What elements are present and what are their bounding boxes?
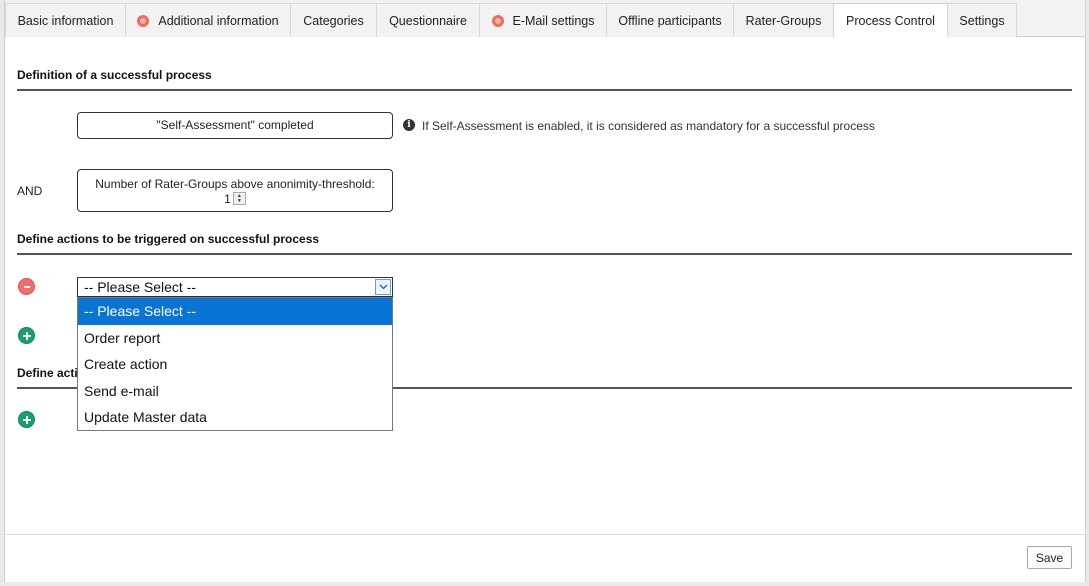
tab-label: Rater-Groups (745, 13, 822, 28)
tab-offline-participants[interactable]: Offline participants (606, 3, 734, 37)
tab-process-control[interactable]: Process Control (833, 3, 948, 38)
tab-label: Basic information (17, 13, 114, 28)
add-action-button[interactable] (18, 411, 35, 428)
window-bottom-edge (0, 582, 1089, 586)
dropdown-option[interactable]: Update Master data (78, 404, 392, 431)
dropdown-option[interactable]: Order report (78, 325, 392, 352)
chevron-down-icon[interactable] (375, 279, 391, 295)
dropdown-option[interactable]: Create action (78, 351, 392, 378)
rater-groups-spinner[interactable]: 1 ▲ ▼ (224, 192, 246, 206)
dropdown-option[interactable]: Send e-mail (78, 378, 392, 405)
rater-groups-value: 1 (224, 191, 231, 206)
tab-label: Offline participants (618, 13, 722, 28)
info-icon: i (403, 119, 415, 131)
save-button[interactable]: Save (1027, 546, 1072, 569)
tab-rater-groups[interactable]: Rater-Groups (733, 3, 834, 37)
tab-basic-information[interactable]: Basic information (5, 3, 126, 37)
footer-divider (5, 534, 1085, 535)
section-divider (17, 89, 1072, 91)
action-select-dropdown: -- Please Select -- Order report Create … (77, 297, 393, 431)
warning-icon (491, 14, 504, 27)
tab-label: Settings (959, 13, 1005, 28)
self-assessment-condition: "Self-Assessment" completed (77, 112, 393, 139)
rater-groups-label: Number of Rater-Groups above anonimity-t… (95, 177, 375, 191)
tab-categories[interactable]: Categories (290, 3, 377, 37)
and-label: AND (17, 184, 43, 198)
tab-questionnaire[interactable]: Questionnaire (376, 3, 480, 37)
tab-label: E-Mail settings (512, 13, 595, 28)
tab-settings[interactable]: Settings (947, 3, 1017, 37)
action-select-value: -- Please Select -- (84, 279, 197, 295)
tab-label: Additional information (158, 13, 279, 28)
tab-label: Questionnaire (389, 13, 467, 28)
action-select[interactable]: -- Please Select -- (77, 277, 393, 297)
section-title-actions-other: Define acti (17, 366, 78, 380)
section-divider (17, 253, 1072, 255)
warning-icon (137, 14, 150, 27)
add-action-button[interactable] (18, 327, 35, 344)
section-title-actions-success: Define actions to be triggered on succes… (17, 232, 320, 246)
tab-bar: Basic information Additional information… (5, 0, 1085, 38)
tab-label: Process Control (846, 14, 935, 28)
remove-action-button[interactable] (18, 278, 35, 295)
tab-email-settings[interactable]: E-Mail settings (479, 3, 607, 37)
tab-label: Categories (303, 13, 364, 28)
self-assessment-info-text: If Self-Assessment is enabled, it is con… (422, 119, 875, 133)
spinner-down-icon[interactable]: ▼ (234, 199, 245, 205)
rater-groups-condition: Number of Rater-Groups above anonimity-t… (77, 169, 393, 212)
section-title-definition: Definition of a successful process (17, 68, 212, 82)
window-right-edge (1085, 0, 1089, 586)
tab-additional-information[interactable]: Additional information (125, 3, 291, 37)
dropdown-option[interactable]: -- Please Select -- (78, 298, 392, 325)
spinner-arrows[interactable]: ▲ ▼ (232, 192, 246, 206)
